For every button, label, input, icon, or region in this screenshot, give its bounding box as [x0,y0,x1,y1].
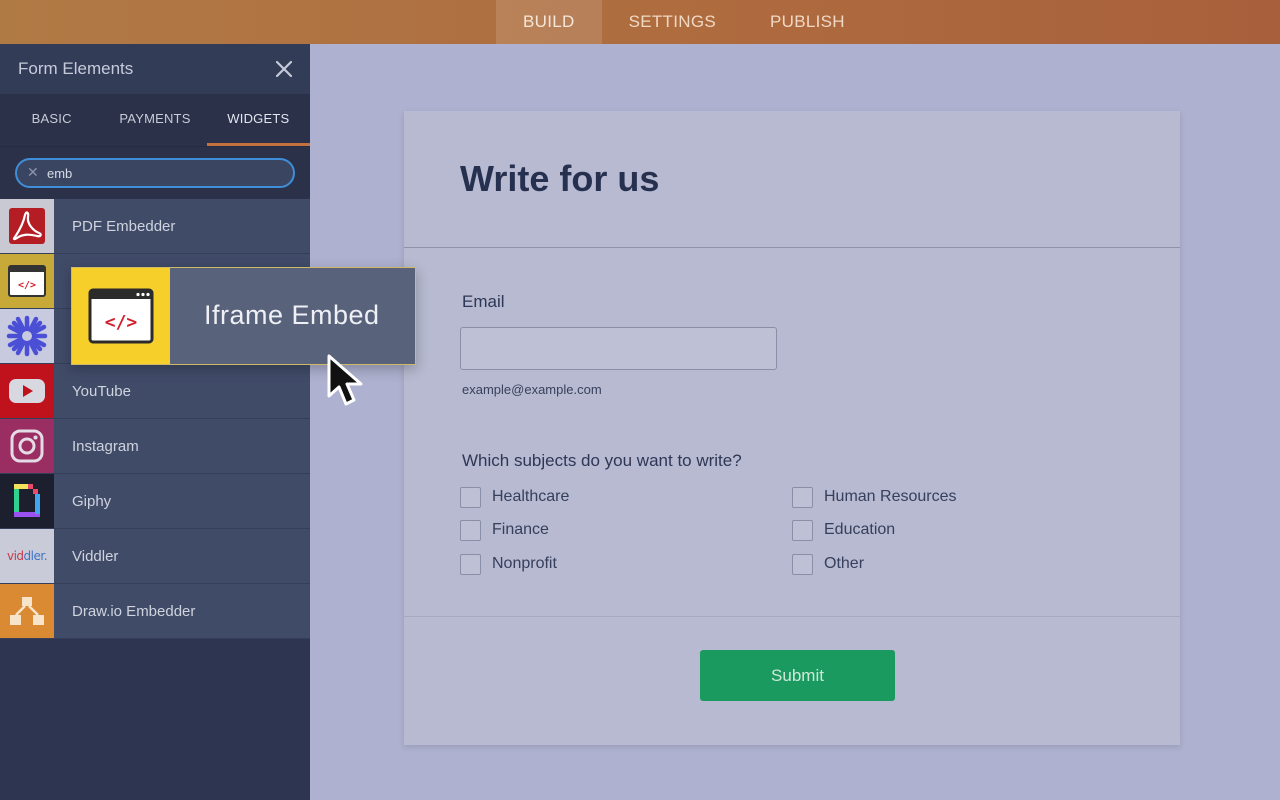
diagram-icon [0,584,54,638]
svg-text:viddler.: viddler. [7,549,47,563]
checkbox[interactable] [460,487,481,508]
form-title[interactable]: Write for us [460,158,659,200]
widget-viddler[interactable]: viddler. Viddler [0,529,310,584]
dragged-widget-iframe-embed[interactable]: </> Iframe Embed [71,267,416,365]
viddler-logo: viddler. [0,529,54,583]
checkbox[interactable] [792,487,813,508]
widget-label: Giphy [72,493,112,510]
option-label: Education [824,521,896,538]
option-label: Human Resources [824,488,957,505]
checkbox[interactable] [792,554,813,575]
widget-youtube[interactable]: YouTube [0,364,310,419]
tab-payments[interactable]: PAYMENTS [103,94,206,146]
svg-text:</>: </> [105,312,138,333]
widget-drawio-embedder[interactable]: Draw.io Embedder [0,584,310,639]
widget-giphy[interactable]: Giphy [0,474,310,529]
checkbox[interactable] [460,520,481,541]
youtube-icon [0,364,54,418]
panel-tabs: BASIC PAYMENTS WIDGETS [0,94,310,147]
pdf-icon [0,199,54,253]
widget-label: Instagram [72,438,139,455]
dragged-widget-label: Iframe Embed [204,300,380,330]
email-hint: example@example.com [462,382,602,397]
form-elements-panel: Form Elements BASIC PAYMENTS WIDGETS ✕ P… [0,44,310,800]
mouse-pointer-icon [327,354,363,406]
submit-button[interactable]: Submit [700,650,895,701]
email-field[interactable] [460,327,777,370]
top-bar: BUILD SETTINGS PUBLISH [0,0,1280,44]
tab-build[interactable]: BUILD [496,0,602,44]
checkbox[interactable] [792,520,813,541]
top-nav: BUILD SETTINGS PUBLISH [496,0,872,44]
code-window-icon: </> [72,268,170,364]
widget-label: Draw.io Embedder [72,603,196,620]
panel-header: Form Elements [0,44,310,94]
panel-title: Form Elements [18,59,134,78]
option-label: Other [824,555,865,572]
instagram-icon [0,419,54,473]
svg-text:</>: </> [18,280,36,291]
widget-label: PDF Embedder [72,218,176,235]
option-label: Healthcare [492,488,570,505]
option-label: Nonprofit [492,555,557,572]
subjects-question: Which subjects do you want to write? [462,451,742,470]
giphy-icon [0,474,54,528]
widget-label: YouTube [72,383,131,400]
code-window-icon: </> [0,254,54,308]
clear-search-icon[interactable]: ✕ [27,164,39,181]
tab-widgets[interactable]: WIDGETS [206,94,310,146]
search-input[interactable] [47,164,277,182]
footer-divider [404,616,1180,617]
form-card: Write for us Email example@example.com W… [404,111,1180,745]
sunburst-icon [0,309,54,363]
widget-label: Viddler [72,548,119,565]
search-area: ✕ [0,147,310,199]
close-icon[interactable] [272,57,296,81]
checkbox[interactable] [460,554,481,575]
option-label: Finance [492,521,549,538]
tab-settings[interactable]: SETTINGS [602,0,743,44]
widget-list: PDF Embedder </> YouTube Instagram Giphy… [0,199,310,639]
header-divider [404,247,1180,248]
widget-instagram[interactable]: Instagram [0,419,310,474]
tab-publish[interactable]: PUBLISH [743,0,872,44]
search-field: ✕ [15,158,295,188]
widget-pdf-embedder[interactable]: PDF Embedder [0,199,310,254]
email-label: Email [462,292,505,311]
tab-basic[interactable]: BASIC [0,94,103,146]
